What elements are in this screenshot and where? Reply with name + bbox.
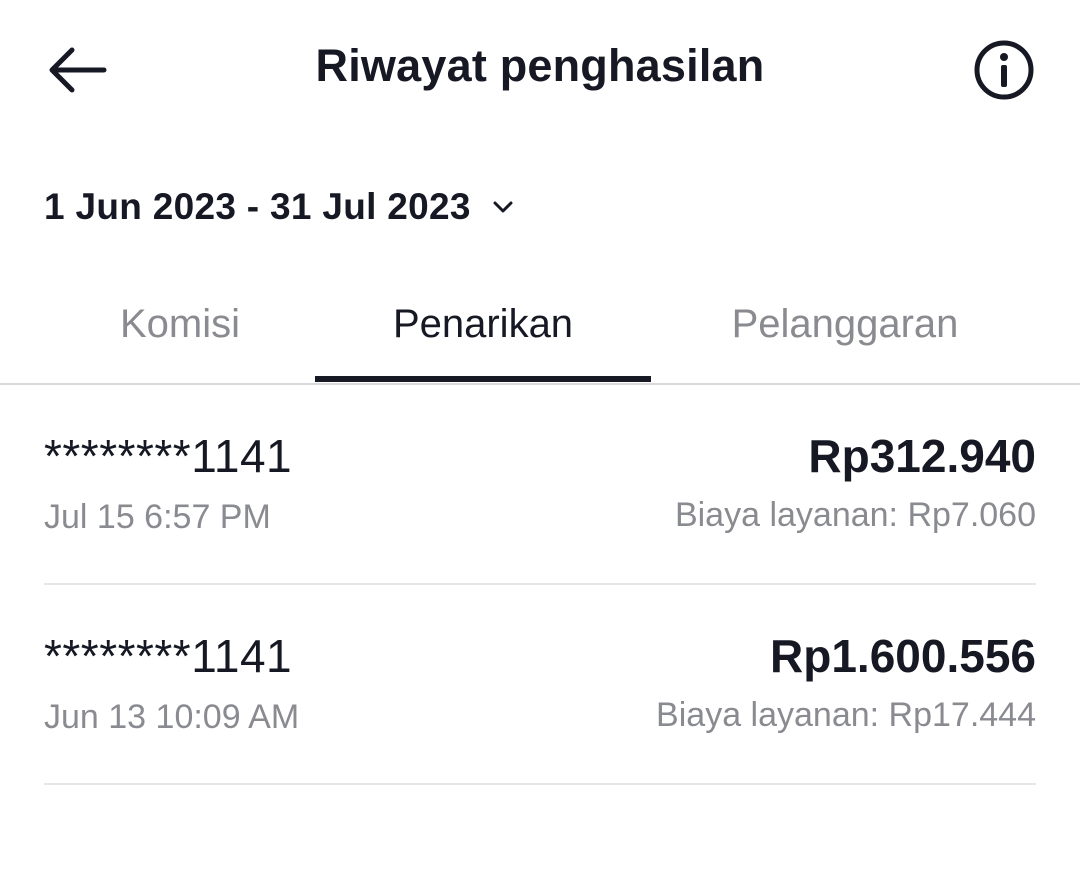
page-title: Riwayat penghasilan <box>315 40 765 91</box>
withdrawal-amount: Rp312.940 <box>808 430 1036 482</box>
withdrawal-row[interactable]: ********1141 Jul 15 6:57 PM Rp312.940 Bi… <box>44 385 1036 585</box>
date-range-label: 1 Jun 2023 - 31 Jul 2023 <box>44 186 471 227</box>
withdrawal-list: ********1141 Jul 15 6:57 PM Rp312.940 Bi… <box>44 385 1036 785</box>
active-tab-indicator <box>315 376 651 382</box>
info-button[interactable] <box>968 36 1040 104</box>
top-bar: Riwayat penghasilan <box>0 0 1080 140</box>
account-number: ********1141 <box>44 630 293 682</box>
info-circle-icon <box>974 40 1034 100</box>
withdrawal-row[interactable]: ********1141 Jun 13 10:09 AM Rp1.600.556… <box>44 585 1036 785</box>
transaction-datetime: Jun 13 10:09 AM <box>44 698 300 736</box>
tab-bar: Komisi Penarikan Pelanggaran <box>0 280 1080 385</box>
tab-pelanggaran[interactable]: Pelanggaran <box>690 280 1000 381</box>
transaction-datetime: Jul 15 6:57 PM <box>44 498 271 536</box>
withdrawal-amount: Rp1.600.556 <box>770 630 1036 682</box>
tab-komisi[interactable]: Komisi <box>30 280 330 381</box>
chevron-down-icon <box>489 193 517 221</box>
date-range-selector[interactable]: 1 Jun 2023 - 31 Jul 2023 <box>44 180 517 234</box>
service-fee: Biaya layanan: Rp7.060 <box>674 496 1036 534</box>
account-number: ********1141 <box>44 430 293 482</box>
service-fee: Biaya layanan: Rp17.444 <box>656 696 1036 734</box>
tab-penarikan[interactable]: Penarikan <box>315 280 651 381</box>
